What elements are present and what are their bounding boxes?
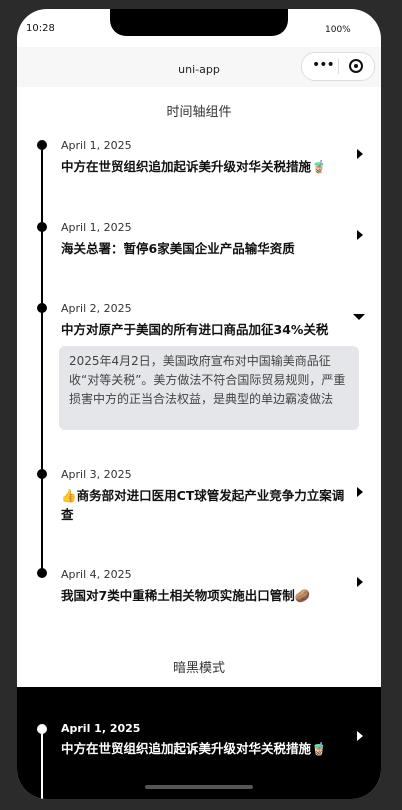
expand-arrow-icon[interactable] [357, 230, 363, 240]
expand-arrow-icon[interactable] [357, 487, 363, 497]
dark-mode-timeline: April 1, 2025 中方在世贸组织追加起诉美升级对华关税措施🧋 [17, 687, 381, 799]
timeline-date: April 2, 2025 [61, 302, 132, 315]
timeline-section-title: 时间轴组件 [166, 105, 232, 120]
timeline-dot [37, 568, 47, 578]
screen: 10:28 100% uni-app ••• 时间轴组件 April 1, 20… [17, 9, 381, 799]
dark-mode-section-title: 暗黑模式 [172, 661, 225, 676]
device-frame: 10:28 100% uni-app ••• 时间轴组件 April 1, 20… [0, 0, 402, 810]
timeline-title[interactable]: 中方在世贸组织追加起诉美升级对华关税措施🧋 [61, 739, 351, 758]
timeline-detail: 2025年4月2日，美国政府宣布对中国输美商品征收“对等关税”。美方做法不符合国… [59, 346, 359, 430]
timeline-date: April 1, 2025 [61, 139, 132, 152]
close-miniprogram-icon[interactable] [349, 59, 363, 73]
timeline-line [41, 729, 43, 799]
home-indicator [145, 785, 253, 789]
timeline-date: April 1, 2025 [61, 221, 132, 234]
expand-arrow-icon[interactable] [357, 577, 363, 587]
timeline-date: April 4, 2025 [61, 568, 132, 581]
navigation-bar: uni-app ••• [17, 47, 381, 87]
more-icon[interactable]: ••• [312, 57, 335, 73]
timeline-date: April 1, 2025 [61, 722, 141, 735]
status-battery: 100% [325, 25, 351, 35]
expand-arrow-icon[interactable] [357, 731, 363, 741]
timeline-dot [37, 469, 47, 479]
timeline-line [41, 144, 43, 574]
collapse-arrow-icon[interactable] [353, 314, 365, 320]
timeline-dot [37, 222, 47, 232]
capsule-divider [338, 59, 339, 74]
menu-capsule: ••• [301, 52, 375, 81]
timeline-title[interactable]: 👍商务部对进口医用CT球管发起产业竞争力立案调查 [61, 486, 351, 524]
timeline-title[interactable]: 海关总署：暂停6家美国企业产品输华资质 [61, 239, 351, 258]
status-time: 10:28 [26, 23, 55, 34]
timeline-dot [37, 303, 47, 313]
expand-arrow-icon[interactable] [357, 149, 363, 159]
timeline-dot [37, 724, 47, 734]
timeline-dot [37, 140, 47, 150]
timeline-title[interactable]: 中方对原产于美国的所有进口商品加征34%关税 [61, 320, 351, 339]
timeline-title[interactable]: 中方在世贸组织追加起诉美升级对华关税措施🧋 [61, 157, 351, 176]
timeline-date: April 3, 2025 [61, 468, 132, 481]
device-notch [110, 9, 288, 36]
timeline-title[interactable]: 我国对7类中重稀土相关物项实施出口管制🥔 [61, 586, 351, 605]
